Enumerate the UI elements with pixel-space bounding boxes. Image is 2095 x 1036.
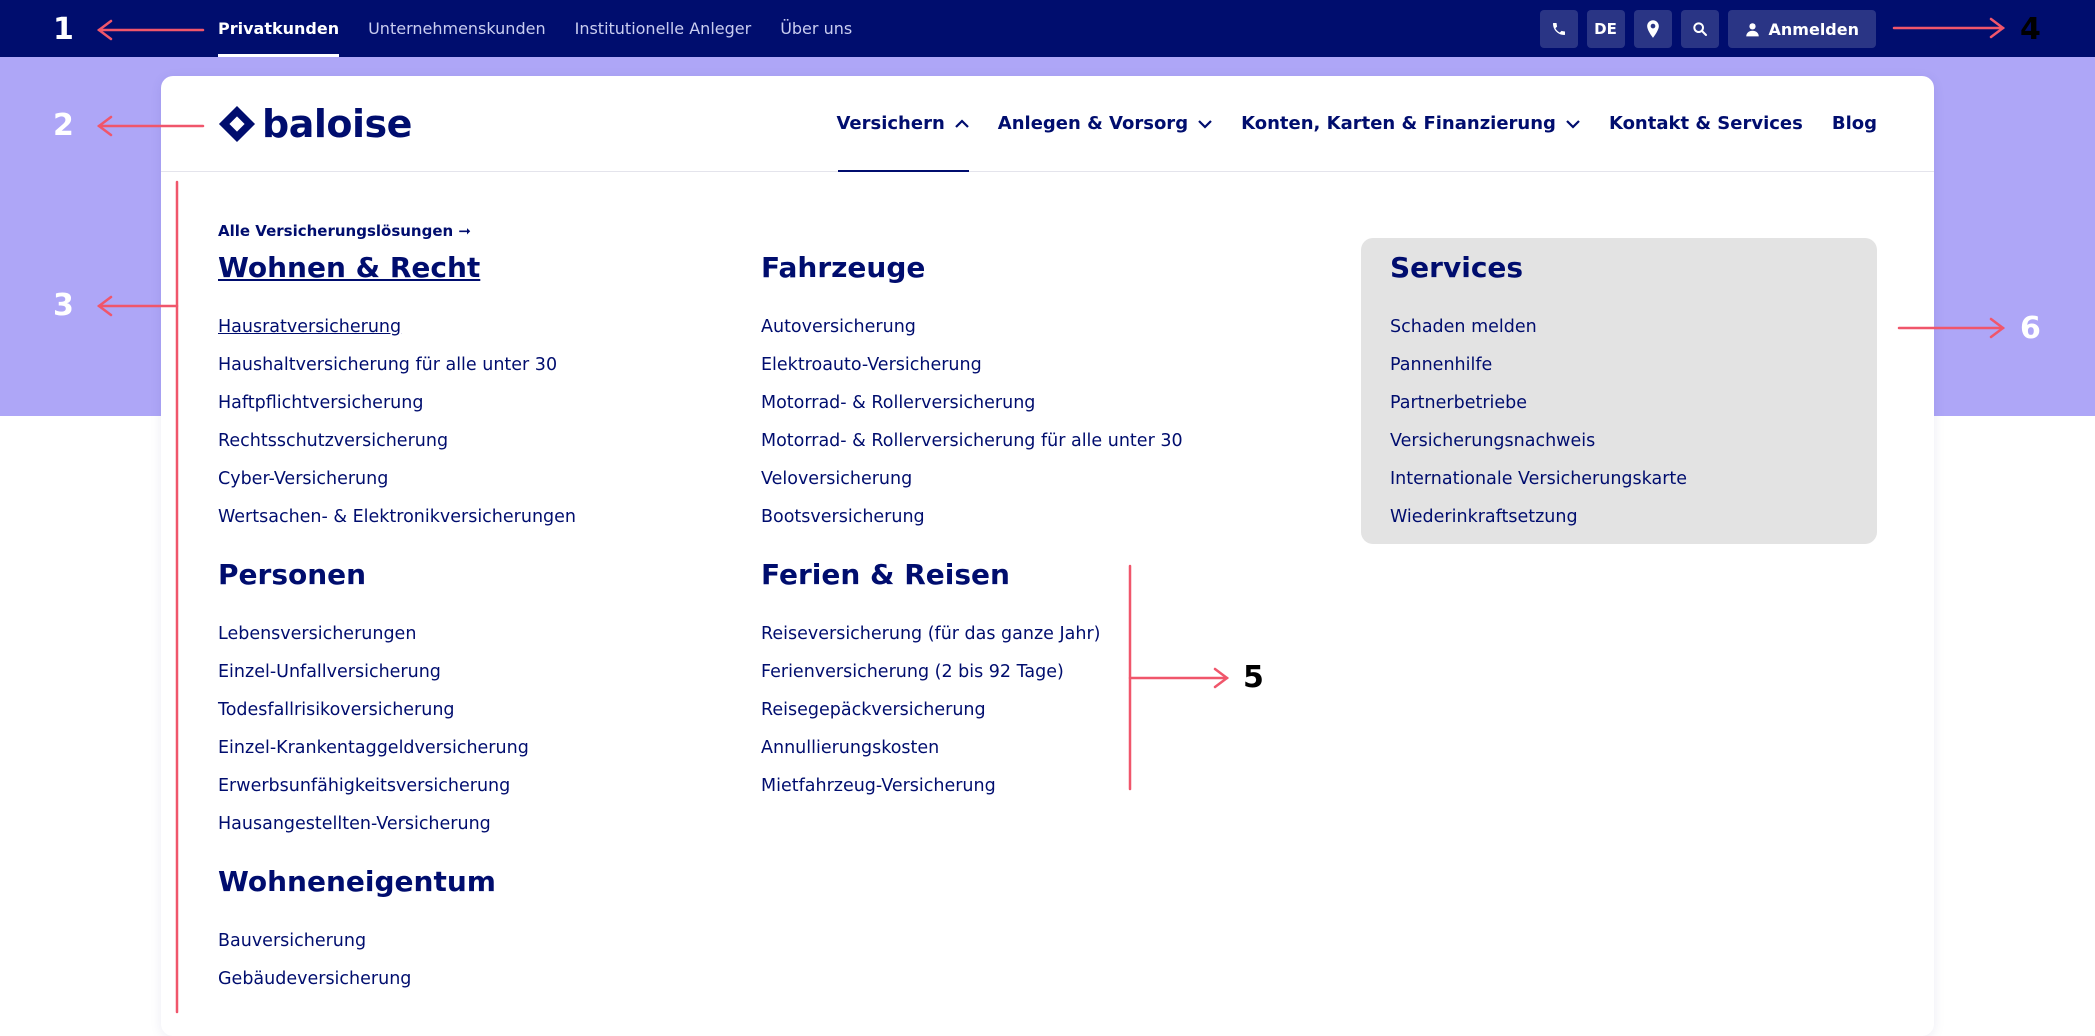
annotation-number-3: 3 xyxy=(53,288,74,323)
annotation-arrows xyxy=(96,17,2006,1014)
annotation-number-2: 2 xyxy=(53,108,74,143)
annotation-number-1: 1 xyxy=(53,12,74,47)
annotation-number-4: 4 xyxy=(2020,12,2041,47)
annotation-number-5: 5 xyxy=(1243,660,1264,695)
annotation-number-6: 6 xyxy=(2020,311,2041,346)
